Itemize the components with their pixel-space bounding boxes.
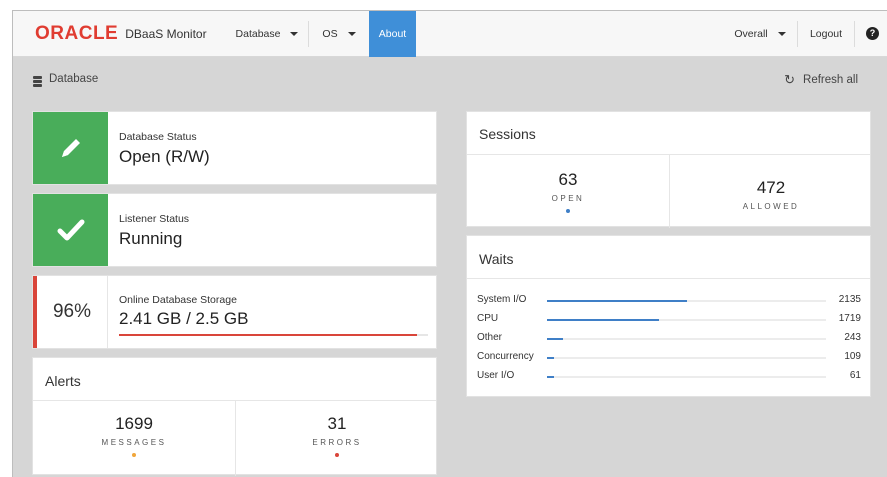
messages-count: 1699 [115, 414, 153, 433]
refresh-icon: ↻ [784, 72, 796, 87]
sessions-card: Sessions 63 OPEN 472 ALLOWED [466, 111, 872, 228]
storage-card[interactable]: 96% Online Database Storage 2.41 GB / 2.… [32, 275, 437, 349]
overall-label: Overall [734, 28, 768, 40]
wait-bar [547, 376, 826, 378]
alerts-errors-metric[interactable]: 31 ERRORS [236, 414, 438, 457]
listener-status-label: Listener Status [119, 213, 190, 225]
wait-bar-fill [547, 319, 660, 321]
allowed-sessions-label: ALLOWED [742, 202, 800, 211]
storage-progress-bar [119, 334, 428, 336]
messages-label: MESSAGES [101, 438, 167, 447]
storage-value: 2.41 GB / 2.5 GB [119, 309, 249, 328]
wait-bar [547, 357, 826, 359]
messages-indicator-dot [132, 453, 136, 457]
nav-divider [854, 21, 855, 47]
database-status-label: Database Status [119, 131, 197, 143]
alerts-card: Alerts 1699 MESSAGES 31 ERRORS [32, 357, 438, 476]
app-frame: ORACLE DBaaS Monitor Database OS About O… [12, 10, 887, 477]
open-sessions-count: 63 [558, 170, 578, 189]
sessions-title: Sessions [479, 126, 536, 142]
chevron-down-icon [290, 32, 299, 36]
wait-value: 61 [849, 370, 861, 381]
storage-percent: 96% [33, 276, 108, 348]
wait-label: User I/O [477, 370, 515, 381]
alerts-messages-metric[interactable]: 1699 MESSAGES [33, 414, 235, 457]
errors-label: ERRORS [312, 438, 362, 447]
errors-indicator-dot [335, 453, 339, 457]
storage-progress-fill [119, 334, 417, 336]
nav-os-menu[interactable]: OS [309, 11, 369, 57]
card-divider [467, 278, 870, 279]
database-status-value: Open (R/W) [119, 147, 210, 166]
wait-label: CPU [477, 313, 499, 324]
storage-label: Online Database Storage [119, 294, 237, 306]
nav-database-menu[interactable]: Database [225, 11, 309, 57]
chevron-down-icon [777, 32, 786, 36]
wait-value: 2135 [838, 294, 861, 305]
open-sessions-label: OPEN [551, 194, 585, 203]
wait-bar [547, 319, 826, 321]
wait-bar-fill [547, 338, 563, 340]
listener-status-value: Running [119, 229, 183, 248]
database-status-card[interactable]: Database Status Open (R/W) [32, 111, 437, 185]
page-title: Database [49, 73, 99, 85]
chevron-down-icon [347, 32, 356, 36]
overall-dropdown[interactable]: Overall [725, 11, 795, 57]
wait-label: Other [477, 332, 503, 343]
wait-value: 109 [844, 351, 861, 362]
wait-row-system-io[interactable]: System I/O 2135 [477, 294, 861, 308]
database-icon [33, 76, 42, 87]
allowed-sessions-count: 472 [756, 178, 786, 197]
wait-label: System I/O [477, 294, 527, 305]
refresh-all-label: Refresh all [803, 74, 858, 86]
logout-link[interactable]: Logout [798, 11, 854, 57]
check-icon [57, 219, 84, 241]
sessions-open-metric[interactable]: 63 OPEN [467, 170, 669, 213]
pencil-icon [61, 139, 80, 157]
navbar: ORACLE DBaaS Monitor Database OS About O… [13, 11, 887, 57]
logout-label: Logout [809, 28, 843, 40]
listener-status-card[interactable]: Listener Status Running [32, 193, 437, 267]
wait-value: 1719 [838, 313, 861, 324]
nav-about-label: About [378, 28, 407, 40]
database-status-tile [33, 112, 108, 184]
wait-value: 243 [844, 332, 861, 343]
wait-row-cpu[interactable]: CPU 1719 [477, 313, 861, 327]
oracle-logo: ORACLE [35, 23, 119, 44]
errors-count: 31 [327, 414, 347, 433]
wait-label: Concurrency [477, 351, 534, 362]
listener-status-tile [33, 194, 108, 266]
wait-row-concurrency[interactable]: Concurrency 109 [477, 351, 861, 365]
question-circle-icon[interactable]: ? [866, 27, 879, 40]
alerts-title: Alerts [45, 373, 81, 389]
wait-bar-fill [547, 376, 554, 378]
wait-bar-fill [547, 300, 687, 302]
waits-title: Waits [479, 251, 514, 267]
wait-row-user-io[interactable]: User I/O 61 [477, 370, 861, 384]
wait-bar [547, 300, 826, 302]
waits-card: Waits System I/O 2135 CPU 1719 Other 243… [466, 235, 871, 397]
wait-row-other[interactable]: Other 243 [477, 332, 861, 346]
nav-database-label: Database [235, 28, 281, 40]
app-name: DBaaS Monitor [125, 27, 207, 41]
wait-bar-fill [547, 357, 555, 359]
refresh-all-button[interactable]: ↻ Refresh all [784, 73, 858, 87]
brand[interactable]: ORACLE DBaaS Monitor [35, 23, 207, 44]
wait-bar [547, 338, 826, 340]
page-header: Database ↻ Refresh all [13, 57, 887, 105]
sessions-allowed-metric[interactable]: 472 ALLOWED [670, 178, 872, 211]
nav-os-label: OS [322, 28, 338, 40]
nav-about-tab[interactable]: About [369, 11, 416, 57]
open-indicator-dot [566, 209, 570, 213]
